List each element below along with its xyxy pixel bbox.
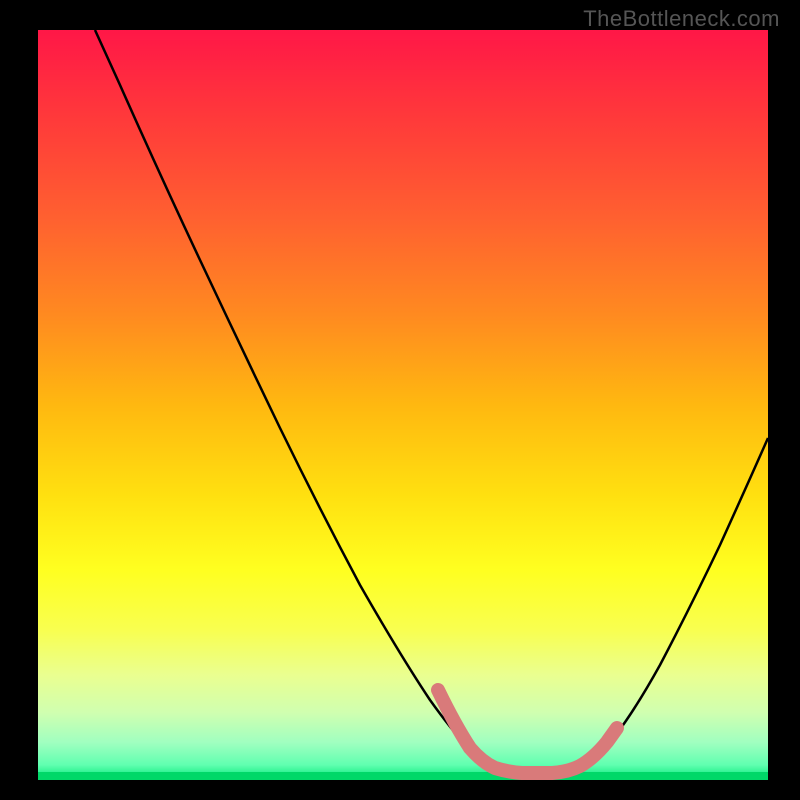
bottleneck-chart-svg [0, 0, 800, 800]
watermark-text: TheBottleneck.com [583, 6, 780, 32]
chart-container [0, 0, 800, 800]
bottom-band [38, 772, 768, 780]
